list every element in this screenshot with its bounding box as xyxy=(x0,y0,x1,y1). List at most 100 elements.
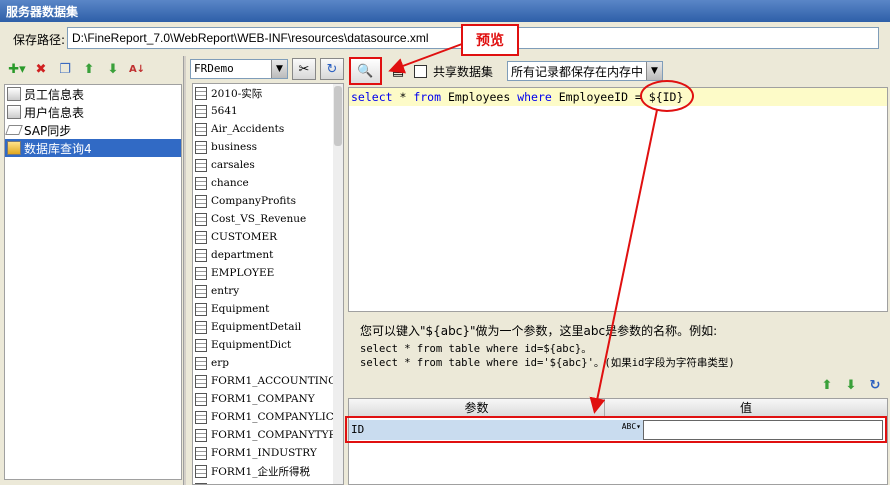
table-item-label: carsales xyxy=(211,159,255,171)
dataset-tree: 员工信息表 用户信息表 SAP同步 数据库查询4 xyxy=(4,84,182,480)
table-item[interactable]: FORM1_COMPANYTYPE xyxy=(193,426,343,444)
cache-mode-select[interactable]: 所有记录都保存在内存中 ▼ xyxy=(507,61,664,81)
edit-icon[interactable]: ▤ xyxy=(388,60,408,82)
table-icon xyxy=(195,320,207,334)
param-highlight-circle xyxy=(640,80,694,112)
share-dataset-label: 共享数据集 xyxy=(433,64,494,79)
type-abc-icon[interactable]: ABC▾ xyxy=(622,422,641,431)
table-item[interactable]: 5641 xyxy=(193,102,343,120)
table-item-label: entry xyxy=(211,285,240,297)
table-icon xyxy=(195,302,207,316)
table-item[interactable]: FORM1_企业所得税 xyxy=(193,462,343,480)
add-icon[interactable]: ✚▾ xyxy=(8,60,26,78)
db-icon xyxy=(7,105,21,119)
table-item-label: FORM1_COMPANYTYPE xyxy=(211,429,343,441)
chevron-down-icon[interactable]: ▼ xyxy=(271,60,287,78)
table-icon xyxy=(195,392,207,406)
table-item[interactable]: CUSTOMER xyxy=(193,228,343,246)
refresh-icon[interactable]: ↻ xyxy=(866,376,884,394)
param-value-input[interactable] xyxy=(643,419,883,440)
dataset-panel: ✚▾ ✖ ❐ ⬆ ⬇ A↓ 员工信息表 用户信息表 SAP同步 数据库查询4 xyxy=(0,56,184,485)
table-item[interactable]: EquipmentDict xyxy=(193,336,343,354)
param-name-cell[interactable]: ID ABC▾ xyxy=(349,419,643,440)
path-label: 保存路径: xyxy=(13,33,66,47)
table-icon xyxy=(195,266,207,280)
table-item[interactable]: EquipmentDetail xyxy=(193,318,343,336)
table-item-label: department xyxy=(211,249,274,261)
share-dataset-checkbox[interactable] xyxy=(414,64,427,78)
dataset-item[interactable]: 用户信息表 xyxy=(5,103,181,121)
param-row[interactable]: ID ABC▾ xyxy=(345,416,887,443)
table-item[interactable]: FORM1_COMPANYLICENSE xyxy=(193,408,343,426)
refresh-icon[interactable]: ↻ xyxy=(320,58,344,80)
table-item[interactable]: department xyxy=(193,246,343,264)
connection-value: FRDemo xyxy=(194,62,234,75)
table-item-label: FORM1_COMPANY xyxy=(211,393,315,405)
delete-icon[interactable]: ✖ xyxy=(32,60,50,78)
table-item-label: FORM1_INDUSTRY xyxy=(211,447,317,459)
table-icon xyxy=(195,212,207,226)
sql-keyword: where xyxy=(517,90,552,104)
dataset-item[interactable]: 员工信息表 xyxy=(5,85,181,103)
preview-callout: 预览 xyxy=(461,24,519,56)
sql-text: EmployeeID = xyxy=(551,90,649,104)
table-icon xyxy=(195,158,207,172)
param-name-header: 参数 xyxy=(349,399,605,416)
copy-icon[interactable]: ❐ xyxy=(56,60,74,78)
param-name: ID xyxy=(351,422,365,436)
sql-editor[interactable]: select * from Employees where EmployeeID… xyxy=(348,87,888,312)
scrollbar-thumb[interactable] xyxy=(334,86,342,146)
query-toolbar: 🔍 ▤ 共享数据集 所有记录都保存在内存中 ▼ xyxy=(346,56,890,86)
hint-text: 您可以键入"${abc}"做为一个参数，这里abc是参数的名称。例如: xyxy=(360,324,718,338)
table-item-label: Equipment xyxy=(211,303,270,315)
table-item[interactable]: 2010-实际 xyxy=(193,84,343,102)
connection-select[interactable]: FRDemo ▼ xyxy=(190,59,288,79)
sql-line[interactable]: select * from Employees where EmployeeID… xyxy=(349,88,887,106)
table-item-label: FORM1_ACCOUNTINGSYS xyxy=(211,375,343,387)
table-icon xyxy=(195,446,207,460)
table-item[interactable]: FORM1_INDUSTRY xyxy=(193,444,343,462)
dataset-item-label: 员工信息表 xyxy=(24,87,85,102)
table-item-label: 5641 xyxy=(211,105,238,117)
dataset-item-selected[interactable]: 数据库查询4 xyxy=(5,139,181,157)
table-icon xyxy=(195,338,207,352)
table-item[interactable]: EMPLOYEE xyxy=(193,264,343,282)
table-item[interactable]: Equipment xyxy=(193,300,343,318)
sql-text: Employees xyxy=(441,90,518,104)
chevron-down-icon[interactable]: ▼ xyxy=(646,62,663,80)
table-item[interactable]: erp xyxy=(193,354,343,372)
table-icon xyxy=(195,230,207,244)
table-item[interactable]: FORM1_COMPANY xyxy=(193,390,343,408)
scrollbar[interactable] xyxy=(333,84,343,484)
table-item[interactable]: Cost_VS_Revenue xyxy=(193,210,343,228)
table-item[interactable]: FORM1_其它信息 xyxy=(193,480,343,484)
table-item[interactable]: chance xyxy=(193,174,343,192)
tools-icon[interactable]: ✂ xyxy=(292,58,316,80)
table-item[interactable]: Air_Accidents xyxy=(193,120,343,138)
preview-button[interactable]: 🔍 xyxy=(349,57,382,85)
table-item-label: 2010-实际 xyxy=(211,87,263,100)
dataset-item[interactable]: SAP同步 xyxy=(5,121,181,139)
sql-keyword: from xyxy=(413,90,442,104)
param-value-header: 值 xyxy=(739,401,752,415)
table-item[interactable]: carsales xyxy=(193,156,343,174)
db-icon xyxy=(7,87,21,101)
table-item[interactable]: FORM1_ACCOUNTINGSYS xyxy=(193,372,343,390)
sort-icon[interactable]: A↓ xyxy=(128,60,146,78)
table-icon xyxy=(195,104,207,118)
hint-example: select * from table where id=${abc}。 xyxy=(360,343,592,355)
param-toolbar: ⬆ ⬇ ↻ xyxy=(818,376,884,394)
move-down-icon[interactable]: ⬇ xyxy=(104,60,122,78)
table-item[interactable]: entry xyxy=(193,282,343,300)
move-up-icon[interactable]: ⬆ xyxy=(818,376,836,394)
table-item[interactable]: CompanyProfits xyxy=(193,192,343,210)
table-item[interactable]: business xyxy=(193,138,343,156)
table-item-label: EquipmentDict xyxy=(211,339,292,351)
table-item-label: FORM1_COMPANYLICENSE xyxy=(211,411,343,423)
move-down-icon[interactable]: ⬇ xyxy=(842,376,860,394)
param-table-header: 参数 值 xyxy=(349,399,887,417)
table-item-label: CompanyProfits xyxy=(211,195,297,207)
move-up-icon[interactable]: ⬆ xyxy=(80,60,98,78)
query-panel: 🔍 ▤ 共享数据集 所有记录都保存在内存中 ▼ select * from Em… xyxy=(345,56,890,485)
sap-icon xyxy=(5,125,23,135)
